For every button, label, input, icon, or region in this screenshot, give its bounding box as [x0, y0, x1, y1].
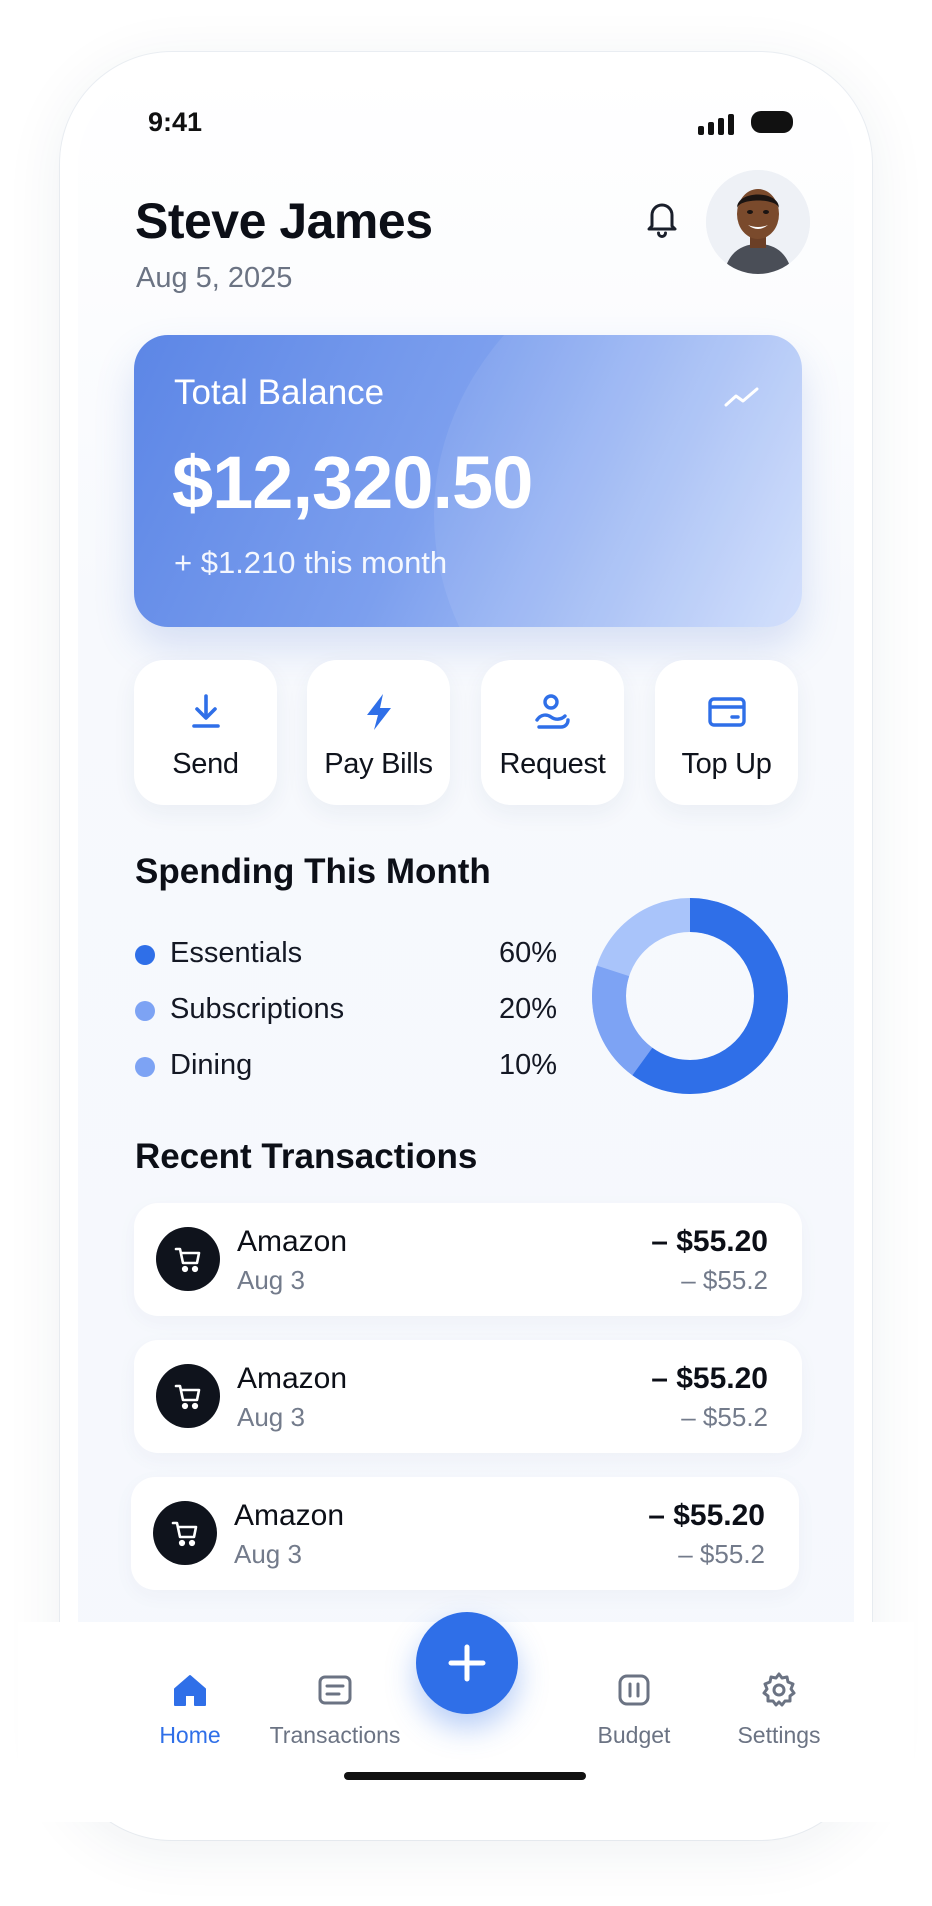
legend-label: Dining [170, 1049, 253, 1081]
gear-icon [759, 1670, 799, 1710]
legend-dot [135, 1001, 155, 1021]
request-button[interactable]: Request [481, 660, 624, 805]
bell-icon[interactable] [640, 196, 684, 240]
nav-settings[interactable]: Settings [699, 1642, 859, 1752]
request-person-icon [531, 690, 575, 734]
legend-dot [135, 1057, 155, 1077]
card-icon [705, 690, 749, 734]
balance-card[interactable]: Total Balance $12,320.50 + $1.210 this m… [134, 335, 802, 627]
cart-icon [156, 1227, 220, 1291]
list-icon [315, 1670, 355, 1710]
nav-transactions[interactable]: Transactions [255, 1642, 415, 1752]
transaction-subamount: – $55.2 [678, 1539, 765, 1569]
lightning-icon [357, 690, 401, 734]
transaction-amount: – $55.20 [648, 1499, 765, 1532]
nav-home[interactable]: Home [110, 1642, 270, 1752]
send-button[interactable]: Send [134, 660, 277, 805]
nav-budget[interactable]: Budget [554, 1642, 714, 1752]
balance-change: + $1.210 this month [174, 545, 448, 580]
nav-budget-label: Budget [597, 1722, 671, 1748]
transaction-row[interactable]: Amazon Aug 3 – $55.20 – $55.2 [134, 1340, 802, 1453]
transactions-title: Recent Transactions [135, 1137, 478, 1176]
merchant-name: Amazon [237, 1362, 348, 1395]
cart-icon [153, 1501, 217, 1565]
legend-value: 60% [498, 937, 557, 969]
plus-icon [448, 1644, 486, 1682]
budget-icon [614, 1670, 654, 1710]
transaction-date: Aug 3 [237, 1402, 305, 1432]
send-label: Send [172, 748, 239, 780]
legend-value: 10% [498, 1049, 557, 1081]
merchant-name: Amazon [234, 1499, 345, 1532]
transaction-amount: – $55.20 [651, 1225, 768, 1258]
balance-amount: $12,320.50 [172, 441, 533, 524]
trend-up-icon [724, 385, 760, 409]
balance-label: Total Balance [174, 373, 385, 412]
battery-icon [751, 111, 793, 133]
legend-item-essentials: Essentials 60% [135, 935, 557, 975]
signal-icon [698, 113, 734, 135]
home-indicator[interactable] [344, 1772, 586, 1780]
pay-bills-button[interactable]: Pay Bills [307, 660, 450, 805]
nav-home-label: Home [159, 1722, 221, 1748]
cart-icon [156, 1364, 220, 1428]
request-label: Request [499, 748, 606, 780]
transaction-row[interactable]: Amazon Aug 3 – $55.20 – $55.2 [131, 1477, 799, 1590]
home-icon [170, 1670, 210, 1710]
user-name: Steve James [135, 193, 433, 249]
legend-label: Essentials [170, 937, 303, 969]
top-up-button[interactable]: Top Up [655, 660, 798, 805]
spending-title: Spending This Month [135, 852, 491, 891]
transaction-subamount: – $55.2 [681, 1265, 768, 1295]
top-up-label: Top Up [681, 748, 772, 780]
status-time: 9:41 [148, 107, 203, 137]
legend-label: Subscriptions [170, 993, 345, 1025]
transaction-row[interactable]: Amazon Aug 3 – $55.20 – $55.2 [134, 1203, 802, 1316]
legend-value: 20% [498, 993, 557, 1025]
download-arrow-icon [184, 690, 228, 734]
add-button[interactable] [416, 1612, 518, 1714]
nav-settings-label: Settings [737, 1722, 821, 1748]
legend-item-dining: Dining 10% [135, 1047, 557, 1087]
transaction-amount: – $55.20 [651, 1362, 768, 1395]
avatar[interactable] [706, 170, 810, 274]
legend-dot [135, 945, 155, 965]
legend-item-subscriptions: Subscriptions 20% [135, 991, 557, 1031]
merchant-name: Amazon [237, 1225, 348, 1258]
spending-donut-chart [592, 898, 788, 1094]
transaction-subamount: – $55.2 [681, 1402, 768, 1432]
nav-transactions-label: Transactions [269, 1722, 401, 1748]
transaction-date: Aug 3 [237, 1265, 305, 1295]
pay-bills-label: Pay Bills [324, 748, 433, 780]
current-date: Aug 5, 2025 [136, 262, 293, 294]
transaction-date: Aug 3 [234, 1539, 302, 1569]
